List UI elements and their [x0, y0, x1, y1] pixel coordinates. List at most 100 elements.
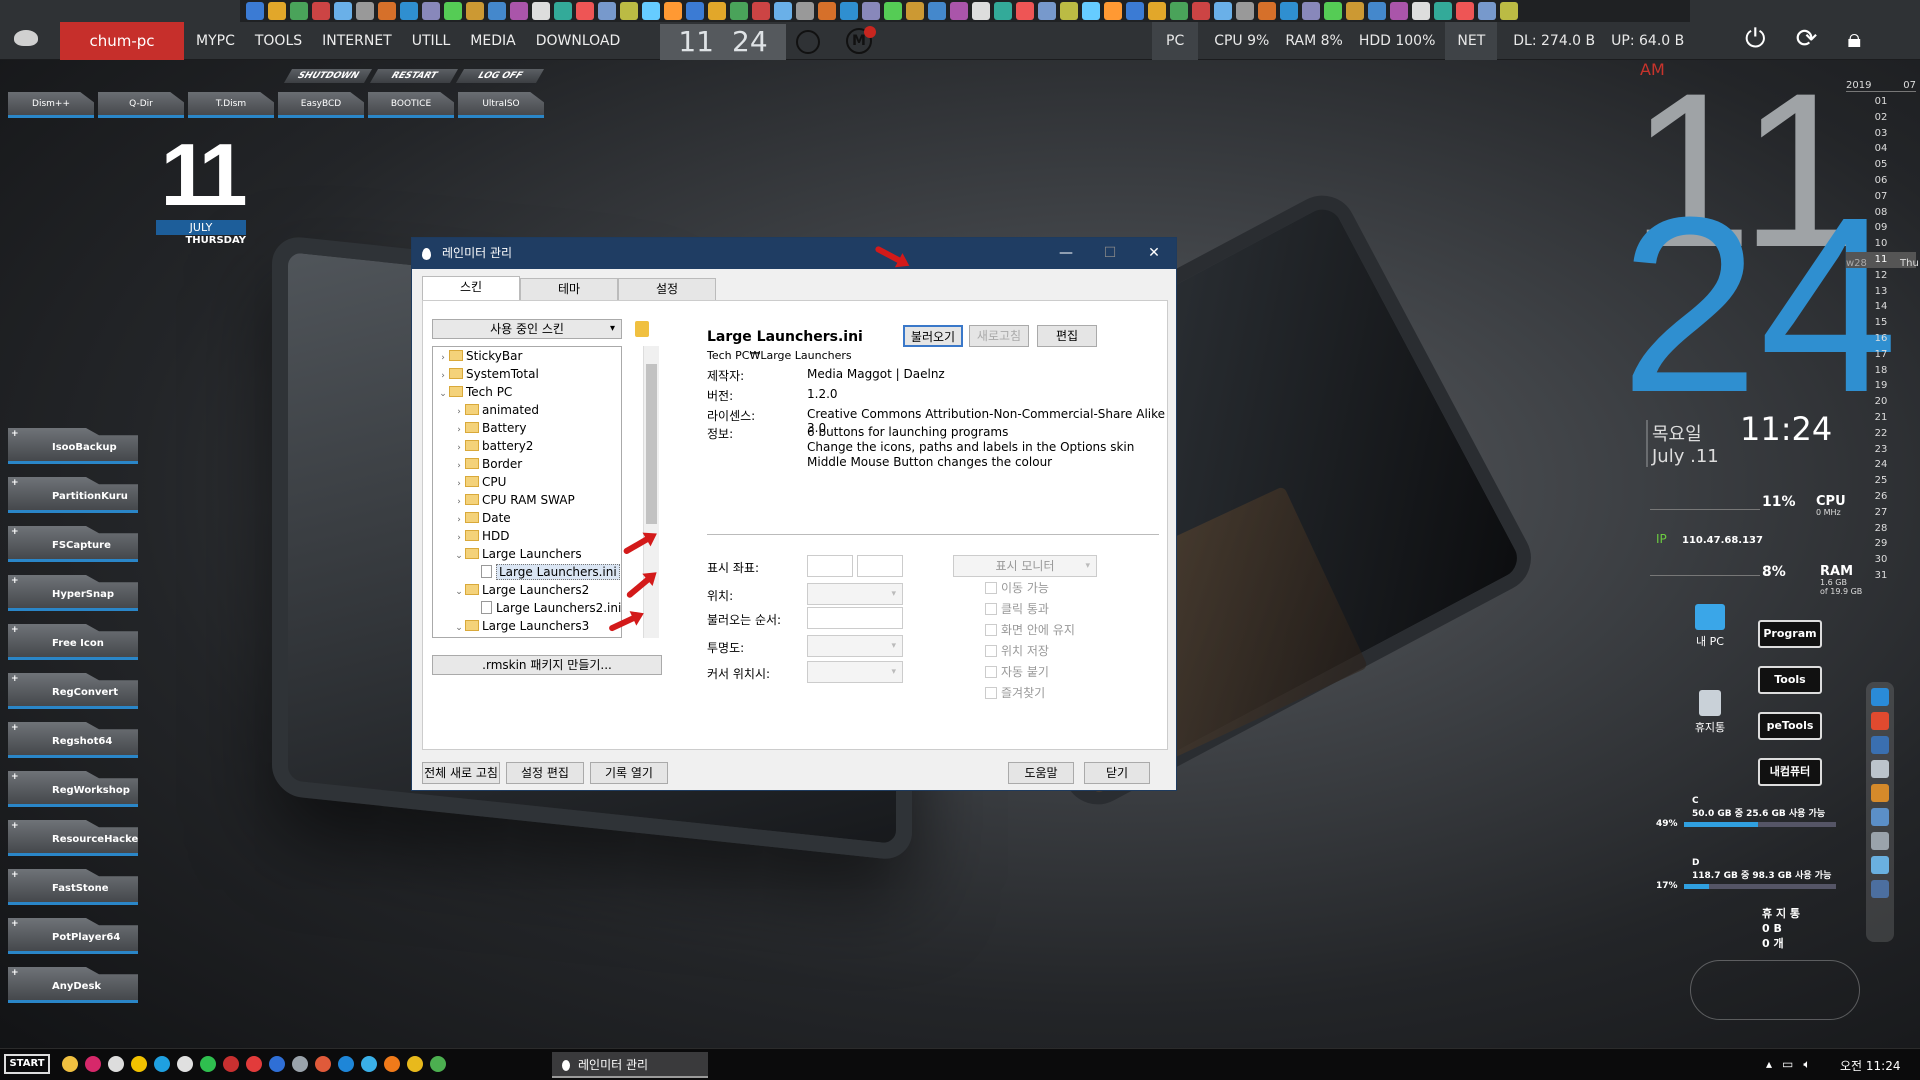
launcher-regshot64[interactable]: Regshot64 [8, 722, 138, 758]
quick-ultraiso[interactable]: UltraISO [458, 92, 544, 118]
chat-icon[interactable] [131, 1056, 147, 1072]
coord-x-field[interactable] [807, 555, 853, 577]
tree-folder[interactable]: › Battery [433, 419, 621, 437]
moon-icon[interactable] [177, 1056, 193, 1072]
toolbar-app-icon[interactable] [1324, 2, 1342, 20]
toolbar-app-icon[interactable] [1412, 2, 1430, 20]
tree-folder[interactable]: › battery2 [433, 437, 621, 455]
tree-folder[interactable]: › SystemTotal [433, 365, 621, 383]
menu-download[interactable]: DOWNLOAD [536, 33, 621, 49]
toolbar-app-icon[interactable] [818, 2, 836, 20]
toolbar-app-icon[interactable] [510, 2, 528, 20]
dock-app-icon[interactable] [1871, 736, 1889, 754]
toolbar-app-icon[interactable] [598, 2, 616, 20]
check-draggable[interactable]: 이동 가능 [985, 579, 1049, 596]
toolbar-app-icon[interactable] [1236, 2, 1254, 20]
launcher-faststone[interactable]: FastStone [8, 869, 138, 905]
toolbar-app-icon[interactable] [1302, 2, 1320, 20]
toolbar-app-icon[interactable] [576, 2, 594, 20]
toolbar-app-icon[interactable] [1500, 2, 1518, 20]
toolbar-app-icon[interactable] [1170, 2, 1188, 20]
position-dropdown[interactable] [807, 583, 903, 605]
minimize-button[interactable]: — [1044, 238, 1088, 269]
quick-easybcd[interactable]: EasyBCD [278, 92, 364, 118]
toolbar-app-icon[interactable] [928, 2, 946, 20]
tree-file[interactable]: Large Launchers.ini [433, 563, 621, 581]
open-log-button[interactable]: 기록 열기 [590, 762, 668, 784]
tree-folder[interactable]: › CPU RAM SWAP [433, 491, 621, 509]
transparency-dropdown[interactable] [807, 635, 903, 657]
toolbar-app-icon[interactable] [1038, 2, 1056, 20]
tray-expand-icon[interactable]: ▴ [1766, 1057, 1772, 1072]
toolbar-app-icon[interactable] [950, 2, 968, 20]
program-button[interactable]: Program [1758, 620, 1822, 648]
toolbar-app-icon[interactable] [686, 2, 704, 20]
chrome-taskbar-icon[interactable] [407, 1056, 423, 1072]
edge-icon[interactable] [154, 1056, 170, 1072]
refresh-button[interactable]: 새로고침 [969, 325, 1029, 347]
toolbar-app-icon[interactable] [1390, 2, 1408, 20]
toolbar-app-icon[interactable] [1104, 2, 1122, 20]
quick-qdir[interactable]: Q-Dir [98, 92, 184, 118]
dock-drive-icon[interactable] [1871, 832, 1889, 850]
toolbar-app-icon[interactable] [730, 2, 748, 20]
toolbar-app-icon[interactable] [994, 2, 1012, 20]
paint-icon[interactable] [315, 1056, 331, 1072]
tab-skins[interactable]: 스킨 [422, 276, 520, 300]
toolbar-app-icon[interactable] [972, 2, 990, 20]
active-skins-dropdown[interactable]: 사용 중인 스킨 [432, 319, 622, 339]
help-button[interactable]: 도움말 [1008, 762, 1074, 784]
launcher-isoobackup[interactable]: IsooBackup [8, 428, 138, 464]
edit-settings-button[interactable]: 설정 편집 [506, 762, 584, 784]
toolbar-app-icon[interactable] [246, 2, 264, 20]
load-button[interactable]: 불러오기 [903, 325, 963, 347]
toolbar-app-icon[interactable] [708, 2, 726, 20]
menu-mypc[interactable]: MYPC [196, 33, 235, 49]
toolbar-app-icon[interactable] [312, 2, 330, 20]
menu-internet[interactable]: INTERNET [322, 33, 392, 49]
chrome-icon[interactable] [796, 30, 820, 54]
monitor-icon[interactable] [292, 1056, 308, 1072]
target-icon[interactable] [246, 1056, 262, 1072]
network-icon[interactable]: ▭ [1782, 1057, 1793, 1072]
quick-tdism[interactable]: T.Dism [188, 92, 274, 118]
close-button[interactable]: 닫기 [1084, 762, 1150, 784]
toolbar-app-icon[interactable] [444, 2, 462, 20]
launcher-potplayer64[interactable]: PotPlayer64 [8, 918, 138, 954]
tree-folder[interactable]: › HDD [433, 527, 621, 545]
utorrent-icon[interactable] [200, 1056, 216, 1072]
toolbar-app-icon[interactable] [906, 2, 924, 20]
tool-icon[interactable] [223, 1056, 239, 1072]
launcher-anydesk[interactable]: AnyDesk [8, 967, 138, 1003]
toolbar-app-icon[interactable] [664, 2, 682, 20]
volume-icon[interactable]: 🔈︎ [1803, 1057, 1810, 1072]
dock-book-icon[interactable] [1871, 856, 1889, 874]
web-icon[interactable] [269, 1056, 285, 1072]
toolbar-app-icon[interactable] [422, 2, 440, 20]
mycomputer-button[interactable]: 내컴퓨터 [1758, 758, 1822, 786]
toolbar-app-icon[interactable] [884, 2, 902, 20]
tab-settings[interactable]: 설정 [618, 278, 716, 300]
restart-button[interactable]: RESTART [369, 69, 459, 83]
toolbar-app-icon[interactable] [400, 2, 418, 20]
maximize-button[interactable]: ☐ [1088, 238, 1132, 269]
toolbar-app-icon[interactable] [268, 2, 286, 20]
coord-y-field[interactable] [857, 555, 903, 577]
check-click-through[interactable]: 클릭 통과 [985, 600, 1049, 617]
launcher-regconvert[interactable]: RegConvert [8, 673, 138, 709]
toolbar-app-icon[interactable] [1126, 2, 1144, 20]
toolbar-app-icon[interactable] [1214, 2, 1232, 20]
launcher-free-icon[interactable]: Free Icon [8, 624, 138, 660]
cursor-dropdown[interactable] [807, 661, 903, 683]
dock-folder-icon[interactable] [1871, 808, 1889, 826]
check-save-position[interactable]: 위치 저장 [985, 642, 1049, 659]
toolbar-app-icon[interactable] [1082, 2, 1100, 20]
tree-folder[interactable]: › Date [433, 509, 621, 527]
taskbar-clock[interactable]: 오전 11:24 [1840, 1057, 1900, 1074]
tree-file[interactable]: Large Launchers.ini [433, 635, 621, 637]
toolbar-app-icon[interactable] [1346, 2, 1364, 20]
edit-button[interactable]: 편집 [1037, 325, 1097, 347]
tree-file[interactable]: Large Launchers2.ini [433, 599, 621, 617]
dock-tool-icon[interactable] [1871, 784, 1889, 802]
tools-button[interactable]: Tools [1758, 666, 1822, 694]
